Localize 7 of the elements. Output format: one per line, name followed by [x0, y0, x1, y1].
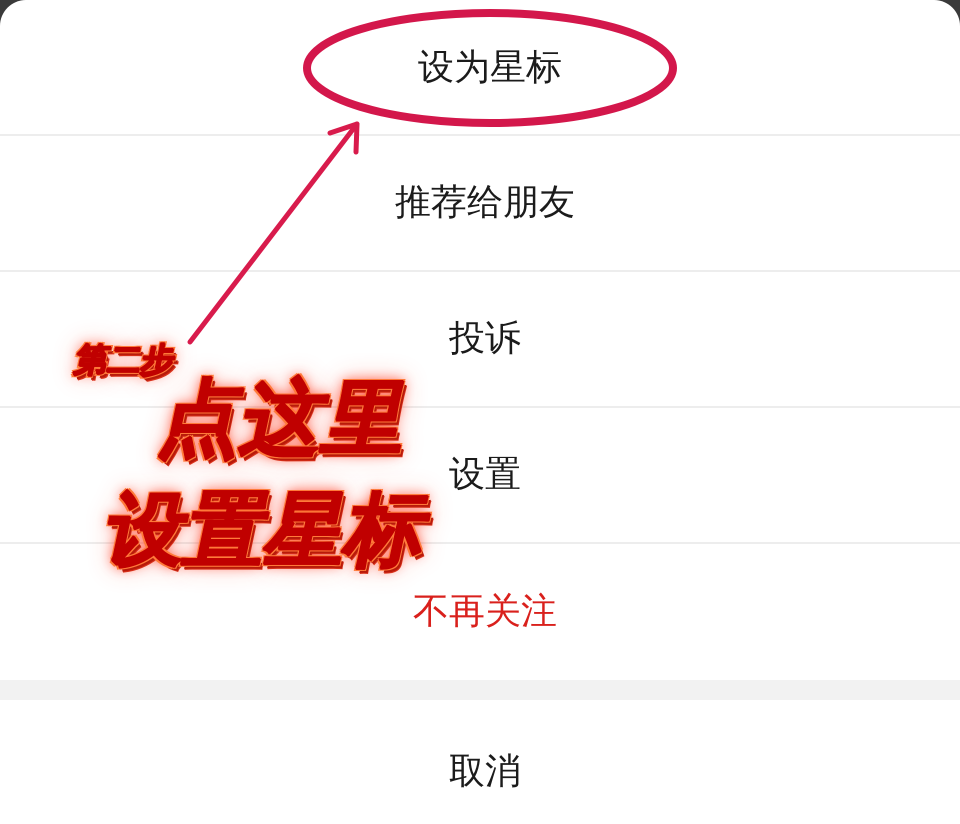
menu-item[interactable]: 不再关注: [409, 588, 561, 636]
step-label: 第二步: [72, 343, 178, 376]
menu-item[interactable]: 设为星标: [302, 8, 678, 128]
callout-text: 设置星标: [100, 490, 436, 570]
menu-item[interactable]: 投诉: [445, 315, 525, 363]
menu-item[interactable]: 推荐给朋友: [391, 179, 579, 227]
menu-item[interactable]: 设置: [445, 451, 525, 499]
